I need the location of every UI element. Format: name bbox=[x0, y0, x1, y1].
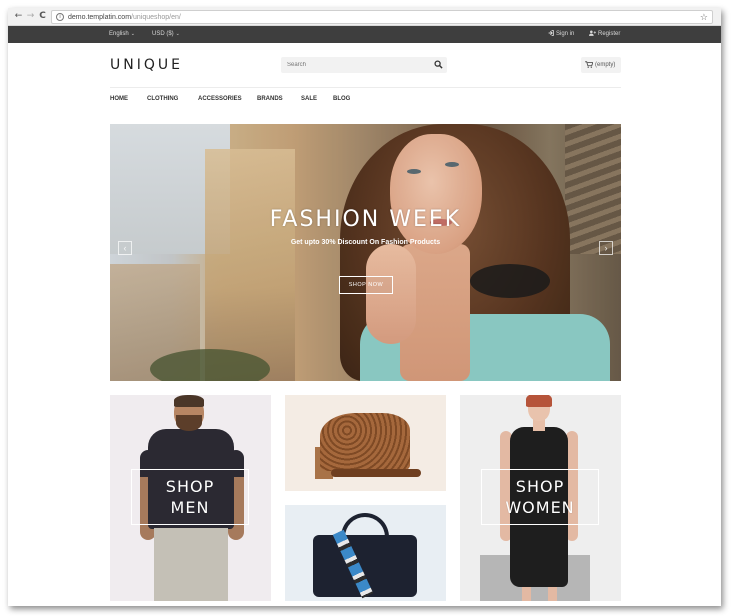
language-label: English bbox=[109, 31, 129, 37]
hero-slider: FASHION WEEK Get upto 30% Discount On Fa… bbox=[110, 124, 621, 381]
language-selector[interactable]: English ⌄ bbox=[109, 26, 135, 43]
search-input[interactable] bbox=[281, 57, 421, 73]
signin-link[interactable]: Sign in bbox=[548, 26, 574, 43]
menu-item-home[interactable]: HOME bbox=[110, 96, 128, 102]
shop-women-line1: SHOP bbox=[515, 477, 565, 496]
shop-men-label[interactable]: SHOP MEN bbox=[131, 469, 249, 525]
bag-banner[interactable] bbox=[285, 505, 446, 601]
site-logo[interactable]: UNIQUE bbox=[110, 57, 183, 73]
menu-item-sale[interactable]: SALE bbox=[301, 96, 317, 102]
shop-men-line2: MEN bbox=[170, 498, 210, 517]
shop-now-button[interactable]: SHOP NOW bbox=[339, 276, 393, 294]
next-slide-arrow-icon[interactable]: › bbox=[599, 241, 613, 255]
model-photo bbox=[174, 395, 204, 407]
cart-icon bbox=[585, 61, 593, 68]
model-photo bbox=[154, 528, 228, 601]
menu-item-clothing[interactable]: CLOTHING bbox=[147, 96, 178, 102]
browser-window: ← → C i demo.templatin.com/uniqueshop/en… bbox=[8, 8, 721, 606]
cart-button[interactable]: (empty) bbox=[581, 57, 621, 73]
address-bar[interactable]: i demo.templatin.com/uniqueshop/en/ ☆ bbox=[51, 10, 713, 24]
prev-slide-arrow-icon[interactable]: ‹ bbox=[118, 241, 132, 255]
shop-women-banner[interactable]: SHOP WOMEN bbox=[460, 395, 621, 601]
chevron-down-icon: ⌄ bbox=[175, 31, 180, 37]
shop-men-line1: SHOP bbox=[165, 477, 215, 496]
signin-icon bbox=[548, 30, 554, 36]
shop-women-line2: WOMEN bbox=[505, 498, 575, 517]
shoe-banner[interactable] bbox=[285, 395, 446, 491]
menu-item-accessories[interactable]: ACCESSORIES bbox=[198, 96, 242, 102]
menu-item-blog[interactable]: BLOG bbox=[333, 96, 350, 102]
url-host: demo.templatin.com bbox=[68, 14, 132, 21]
register-link[interactable]: Register bbox=[589, 26, 620, 43]
shop-women-label[interactable]: SHOP WOMEN bbox=[481, 469, 599, 525]
model-photo bbox=[526, 395, 552, 407]
signin-label: Sign in bbox=[556, 31, 575, 37]
currency-selector[interactable]: USD ($) ⌄ bbox=[152, 26, 180, 43]
hero-subtitle: Get upto 30% Discount On Fashion Product… bbox=[290, 239, 441, 246]
menu-item-brands[interactable]: BRANDS bbox=[257, 96, 283, 102]
top-bar: English ⌄ USD ($) ⌄ Sign in Register bbox=[8, 26, 721, 43]
back-icon[interactable]: ← bbox=[13, 11, 24, 22]
chevron-down-icon: ⌄ bbox=[130, 31, 135, 37]
bookmark-star-icon[interactable]: ☆ bbox=[700, 11, 708, 23]
hero-title: FASHION WEEK bbox=[269, 207, 462, 232]
url-path: /uniqueshop/en/ bbox=[131, 14, 181, 21]
browser-toolbar: ← → C i demo.templatin.com/uniqueshop/en… bbox=[8, 8, 721, 26]
info-icon[interactable]: i bbox=[56, 13, 64, 21]
forward-icon[interactable]: → bbox=[25, 11, 36, 22]
model-photo bbox=[176, 415, 202, 431]
shop-men-banner[interactable]: SHOP MEN bbox=[110, 395, 271, 601]
register-label: Register bbox=[598, 31, 621, 37]
currency-label: USD ($) bbox=[152, 31, 174, 37]
url-text: demo.templatin.com/uniqueshop/en/ bbox=[68, 12, 181, 23]
hero-overlay bbox=[110, 124, 621, 381]
shoe-image bbox=[320, 413, 410, 471]
header-divider bbox=[110, 87, 621, 88]
search-box bbox=[281, 57, 447, 73]
add-user-icon bbox=[589, 30, 596, 36]
cart-label: (empty) bbox=[595, 62, 616, 68]
shoe-image bbox=[331, 469, 421, 477]
reload-icon[interactable]: C bbox=[37, 11, 48, 22]
search-icon[interactable] bbox=[434, 60, 443, 69]
